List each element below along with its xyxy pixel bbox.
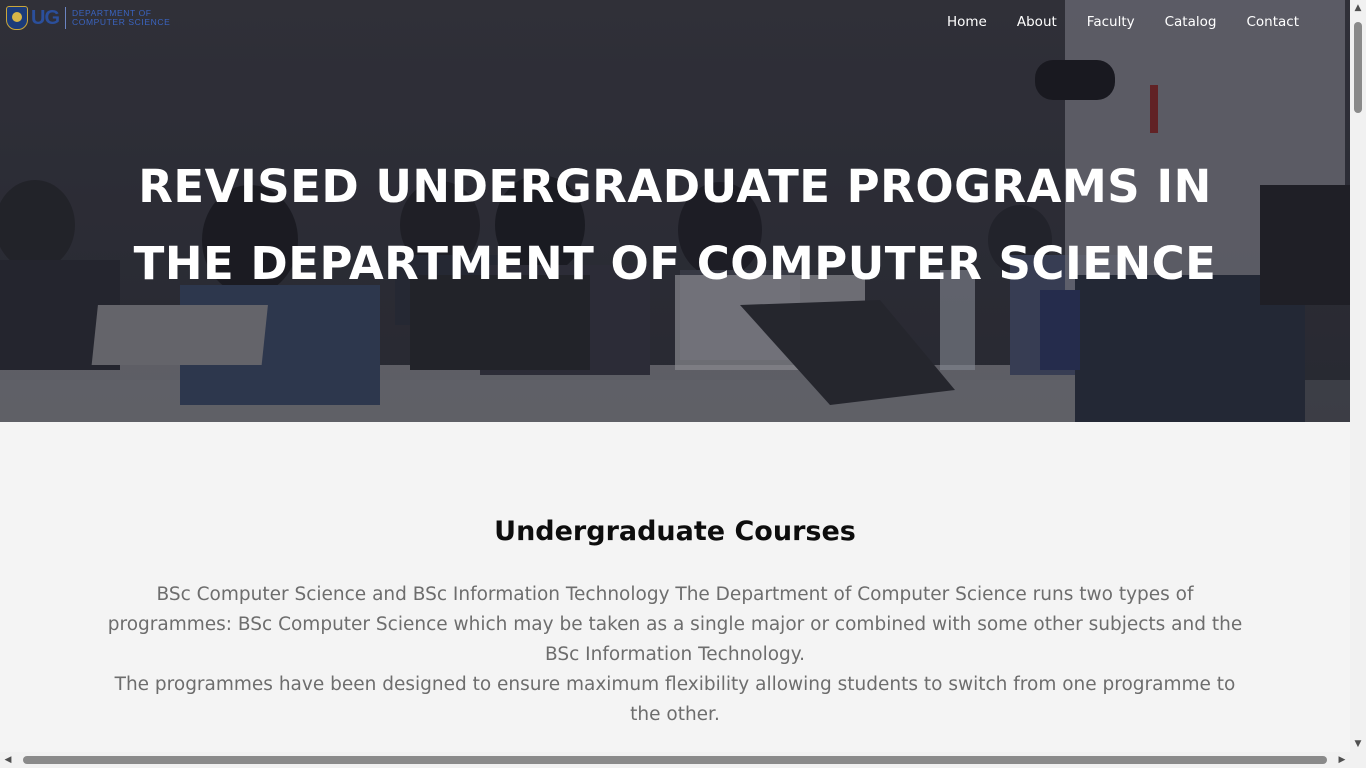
university-crest-icon (6, 6, 28, 30)
vertical-scrollbar[interactable]: ▲ ▼ (1350, 0, 1366, 752)
logo-divider (65, 7, 66, 29)
site-logo[interactable]: UG Department of Computer Science (6, 4, 190, 32)
hero-banner: REVISED UNDERGRADUATE PROGRAMS IN THE DE… (0, 0, 1350, 422)
navbar: UG Department of Computer Science Home A… (0, 0, 1350, 44)
scrollbar-corner (1350, 752, 1366, 768)
nav-about-link[interactable]: About (1017, 12, 1057, 32)
hero-title: REVISED UNDERGRADUATE PROGRAMS IN THE DE… (133, 160, 1217, 290)
page-viewport: REVISED UNDERGRADUATE PROGRAMS IN THE DE… (0, 0, 1350, 752)
description-paragraph-2: The programmes have been designed to ens… (114, 674, 1236, 725)
undergraduate-courses-section: Undergraduate Courses BSc Computer Scien… (0, 422, 1350, 752)
section-heading: Undergraduate Courses (494, 516, 856, 547)
description-paragraph-1: BSc Computer Science and BSc Information… (107, 584, 1243, 665)
nav-home-link[interactable]: Home (947, 12, 987, 32)
vertical-scroll-thumb[interactable] (1354, 22, 1362, 113)
nav-catalog-link[interactable]: Catalog (1165, 12, 1217, 32)
section-description: BSc Computer Science and BSc Information… (100, 580, 1250, 730)
main-nav: Home About Faculty Catalog Contact (917, 12, 1299, 32)
logo-subtitle-line2: Computer Science (72, 17, 171, 27)
horizontal-scrollbar[interactable]: ◀ ▶ (0, 752, 1350, 768)
scroll-up-arrow-icon[interactable]: ▲ (1350, 0, 1366, 16)
logo-subtitle: Department of Computer Science (72, 9, 170, 27)
nav-faculty-link[interactable]: Faculty (1087, 12, 1135, 32)
nav-contact-link[interactable]: Contact (1246, 12, 1299, 32)
horizontal-scroll-thumb[interactable] (23, 756, 1327, 764)
scroll-right-arrow-icon[interactable]: ▶ (1334, 752, 1350, 768)
scroll-down-arrow-icon[interactable]: ▼ (1350, 736, 1366, 752)
logo-wordmark: UG (31, 6, 60, 29)
scroll-left-arrow-icon[interactable]: ◀ (0, 752, 16, 768)
